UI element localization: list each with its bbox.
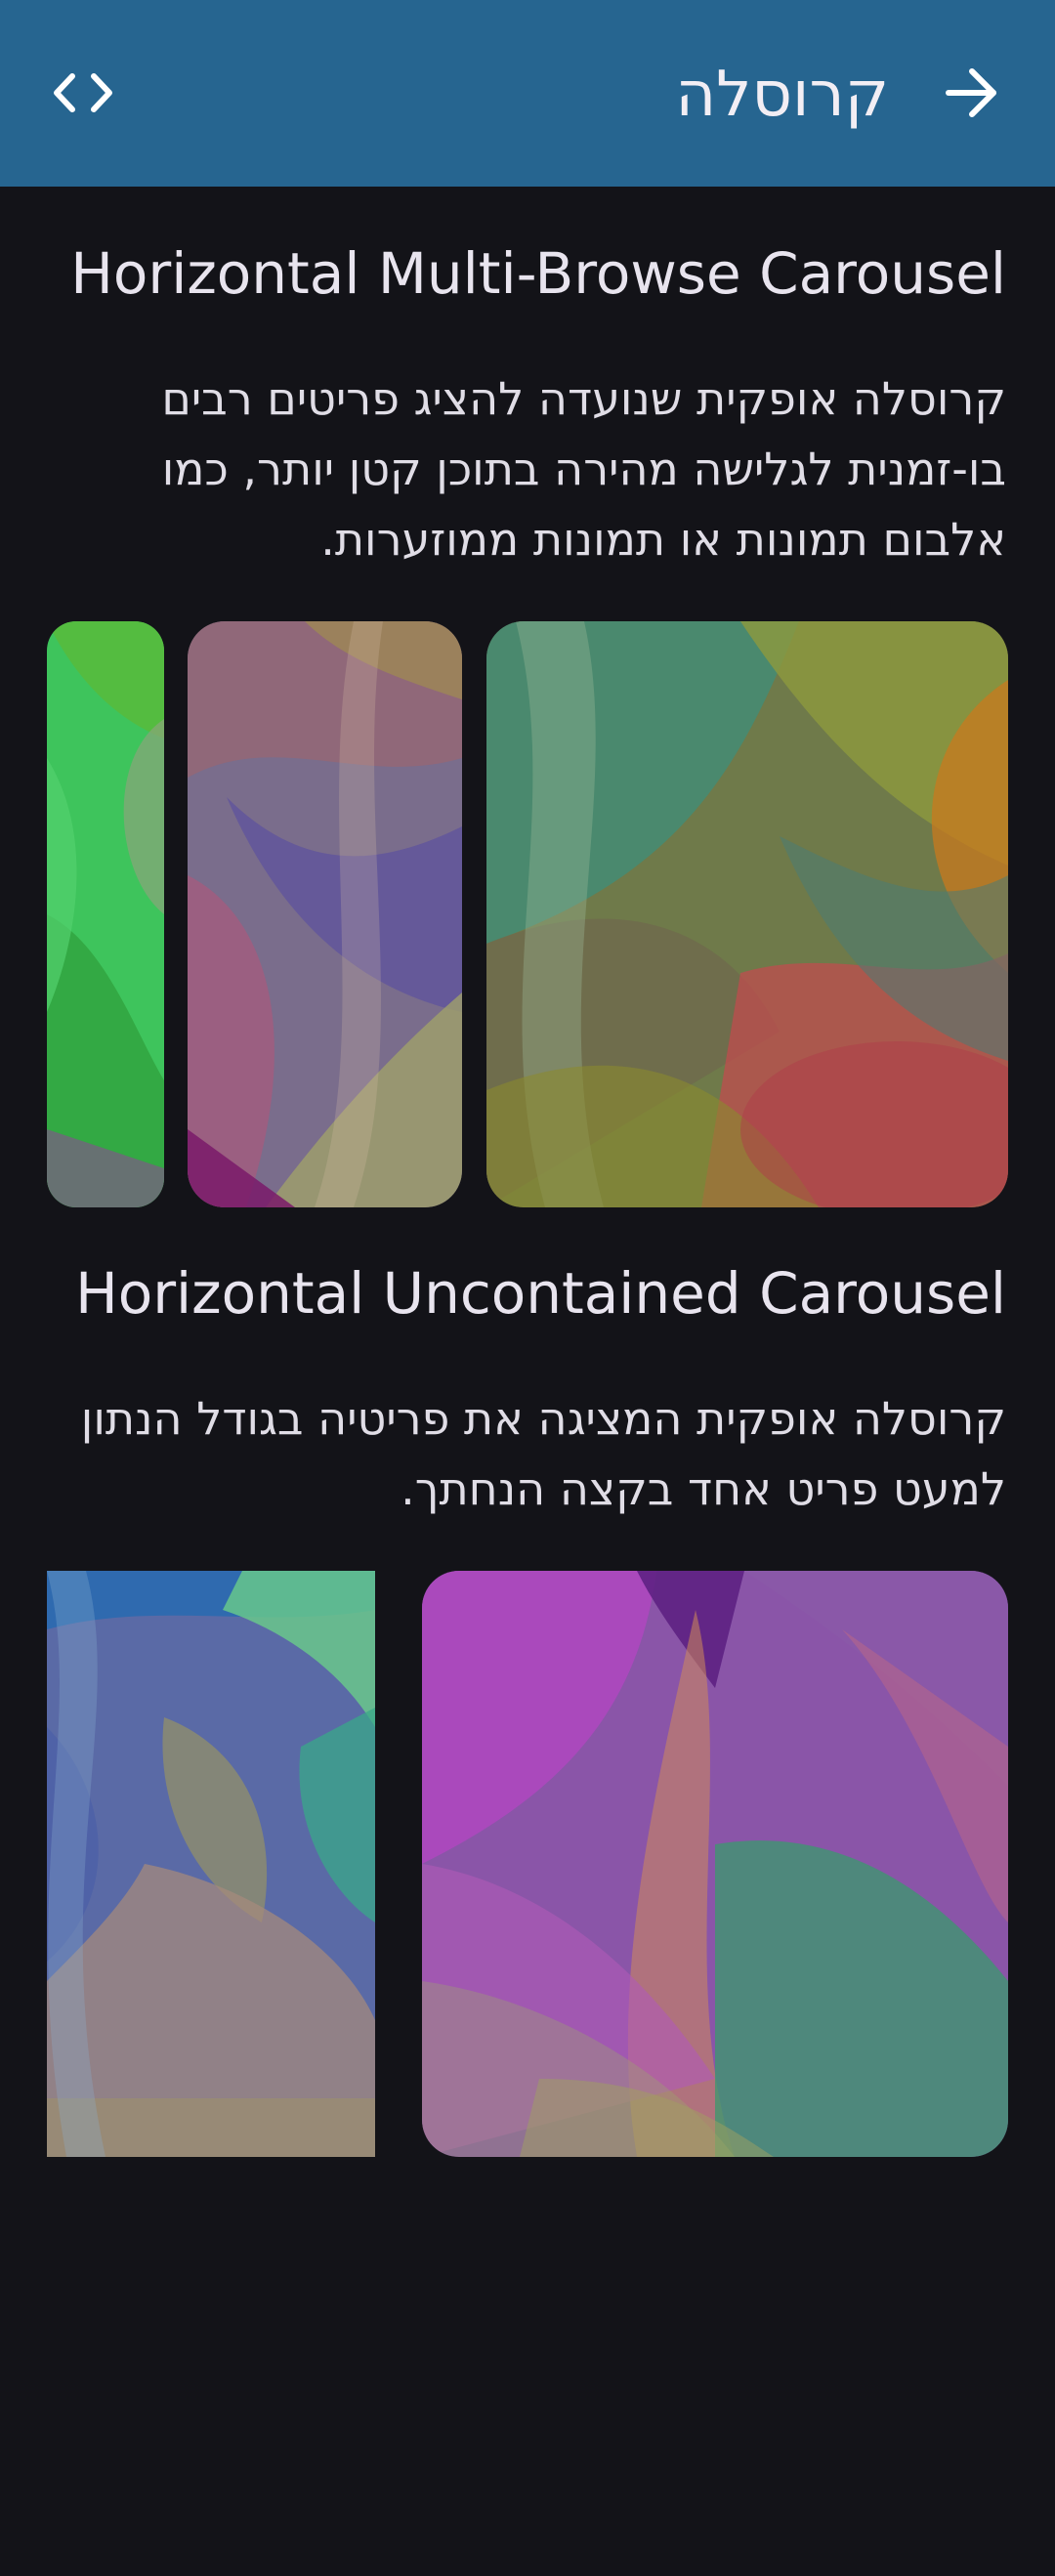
top-app-bar: קרוסלה — [0, 0, 1055, 187]
carousel-item-image — [422, 1571, 1008, 2157]
page-title: קרוסלה — [675, 59, 889, 131]
multi-browse-carousel-title: Horizontal Multi-Browse Carousel — [70, 240, 1006, 307]
arrow-forward-icon[interactable] — [918, 39, 1026, 147]
carousel-item-image — [486, 621, 1008, 1207]
uncontained-carousel[interactable] — [0, 1571, 1055, 2157]
carousel-item-medium[interactable] — [188, 621, 462, 1207]
uncontained-carousel-title: Horizontal Uncontained Carousel — [75, 1260, 1006, 1327]
code-icon[interactable] — [29, 39, 137, 147]
carousel-item-main[interactable] — [422, 1571, 1008, 2157]
carousel-item-cut-off[interactable] — [47, 1571, 375, 2157]
carousel-item-large[interactable] — [486, 621, 1008, 1207]
carousel-item-image — [47, 621, 164, 1207]
multi-browse-carousel-description: קרוסלה אופקית שנועדה להציג פריטים רבים ב… — [161, 372, 1006, 566]
carousel-item-image — [188, 621, 462, 1207]
carousel-item-small[interactable] — [47, 621, 164, 1207]
multi-browse-carousel[interactable] — [0, 621, 1055, 1207]
uncontained-carousel-description: קרוסלה אופקית המציגה את פריטיה בגודל הנת… — [80, 1392, 1006, 1515]
carousel-item-image — [47, 1571, 375, 2157]
